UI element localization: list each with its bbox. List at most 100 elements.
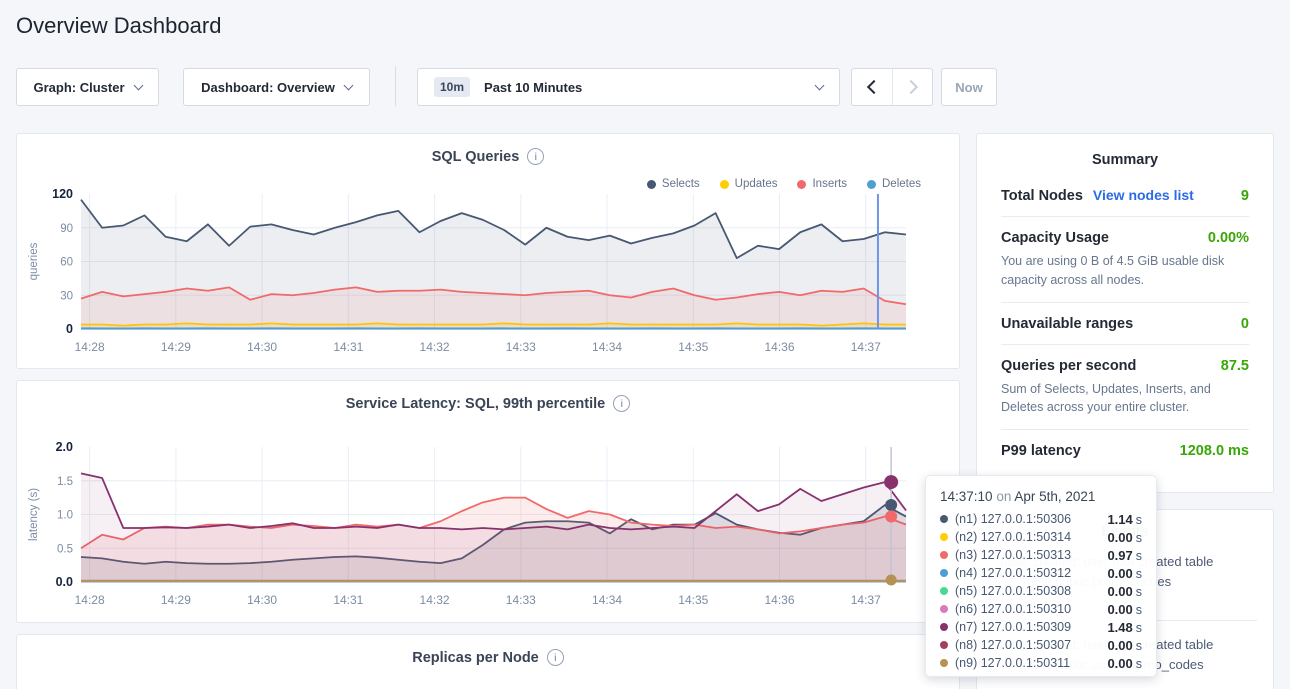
replicas-per-node-card: Replicas per Node i [16,634,960,689]
toolbar-divider [395,66,396,106]
node-color-dot [940,515,948,523]
svg-text:14:31: 14:31 [333,593,363,607]
sql-queries-card: SQL Queries i SelectsUpdatesInsertsDelet… [16,133,960,369]
summary-row-total-nodes: Total Nodes View nodes list 9 [1001,174,1249,217]
svg-text:14:37: 14:37 [851,593,881,607]
tooltip-node-row: (n4) 127.0.0.1:503120.00s [940,564,1142,582]
info-icon[interactable]: i [527,148,544,165]
latency-unit: s [1136,513,1142,527]
svg-text:1.0: 1.0 [57,510,73,522]
tooltip-node-row: (n6) 127.0.0.1:503100.00s [940,600,1142,618]
svg-text:14:35: 14:35 [678,340,708,354]
info-icon[interactable]: i [613,395,630,412]
node-latency-value: 1.14s [1107,512,1142,527]
svg-text:0.0: 0.0 [56,575,73,589]
tooltip-node-row: (n1) 127.0.0.1:50306 1.14s [940,510,1142,528]
node-color-dot [940,641,948,649]
node-address: (n1) 127.0.0.1:50306 [955,512,1100,526]
svg-text:14:34: 14:34 [592,340,622,354]
chevron-left-icon [867,80,881,94]
svg-text:30: 30 [60,290,73,302]
node-latency-value: 0.00s [1107,566,1142,581]
latency-unit: s [1136,603,1142,617]
node-address: (n7) 127.0.0.1:50309 [955,620,1100,634]
svg-text:1.5: 1.5 [57,476,73,488]
graph-scope-dropdown[interactable]: Graph: Cluster [16,68,159,106]
node-address: (n5) 127.0.0.1:50308 [955,584,1100,598]
svg-text:latency (s): latency (s) [28,488,40,541]
dashboard-dropdown[interactable]: Dashboard: Overview [183,68,370,106]
svg-text:14:35: 14:35 [678,593,708,607]
svg-text:14:37: 14:37 [851,340,881,354]
latency-unit: s [1136,657,1142,671]
node-address: (n3) 127.0.0.1:50313 [955,548,1100,562]
now-button[interactable]: Now [941,68,997,106]
previous-range-button[interactable] [852,69,892,105]
summary-label: Total Nodes [1001,188,1083,204]
node-address: (n9) 127.0.0.1:50311 [955,656,1100,670]
latency-unit: s [1136,639,1142,653]
time-range-dropdown[interactable]: 10m Past 10 Minutes [417,68,840,106]
node-color-dot [940,587,948,595]
summary-label: Unavailable ranges [1001,316,1133,332]
svg-text:90: 90 [60,223,73,235]
node-color-dot [940,623,948,631]
replicas-per-node-title: Replicas per Node [412,650,539,666]
time-step-buttons [851,68,933,106]
tooltip-node-row: (n5) 127.0.0.1:503080.00s [940,582,1142,600]
svg-text:14:32: 14:32 [420,340,450,354]
summary-title: Summary [1001,152,1249,168]
summary-label: Capacity Usage [1001,230,1109,246]
svg-text:14:33: 14:33 [506,593,536,607]
tooltip-node-row: (n3) 127.0.0.1:50313 0.97s [940,546,1142,564]
info-icon[interactable]: i [547,649,564,666]
node-address: (n6) 127.0.0.1:50310 [955,602,1100,616]
node-latency-value: 0.97s [1107,548,1142,563]
chevron-down-icon [133,81,143,91]
chevron-down-icon [815,81,825,91]
svg-text:14:30: 14:30 [247,340,277,354]
tooltip-node-row: (n2) 127.0.0.1:50314 0.00s [940,528,1142,546]
svg-text:queries: queries [28,242,40,280]
svg-text:14:36: 14:36 [765,593,795,607]
node-color-dot [940,551,948,559]
summary-row-unavailable-ranges: Unavailable ranges 0 [1001,303,1249,345]
latency-unit: s [1136,549,1142,563]
summary-row-p99-latency: P99 latency1208.0 ms [1001,430,1249,471]
tooltip-node-row: (n7) 127.0.0.1:503091.48s [940,618,1142,636]
summary-value: 0 [1241,316,1249,332]
tooltip-node-row: (n8) 127.0.0.1:50307 0.00s [940,636,1142,654]
chevron-right-icon [903,80,917,94]
svg-text:14:28: 14:28 [75,593,105,607]
svg-text:14:33: 14:33 [506,340,536,354]
service-latency-chart[interactable]: 14:2814:2914:3014:3114:3214:3314:3414:35… [17,437,961,627]
summary-row-queries-per-second: Queries per second87.5Sum of Selects, Up… [1001,345,1249,431]
summary-description: You are using 0 B of 4.5 GiB usable disk… [1001,252,1249,290]
tooltip-node-row: (n9) 127.0.0.1:503110.00s [940,654,1142,672]
time-range-badge: 10m [434,77,470,97]
graph-scope-label: Graph: Cluster [33,80,124,95]
summary-row-capacity-usage: Capacity Usage 0.00% You are using 0 B of … [1001,217,1249,303]
svg-text:14:31: 14:31 [333,340,363,354]
sql-queries-chart[interactable]: 14:2814:2914:3014:3114:3214:3314:3414:35… [17,184,961,374]
tooltip-timestamp: 14:37:10 on Apr 5th, 2021 [940,489,1142,504]
summary-panel: Summary Total Nodes View nodes list 9 Capac… [976,133,1274,493]
summary-label: Queries per second [1001,358,1136,374]
service-latency-title: Service Latency: SQL, 99th percentile [346,396,606,412]
view-nodes-list-link[interactable]: View nodes list [1093,187,1194,203]
svg-text:60: 60 [60,257,73,269]
summary-value: 0.00% [1208,230,1249,246]
node-address: (n8) 127.0.0.1:50307 [955,638,1100,652]
node-color-dot [940,533,948,541]
next-range-button[interactable] [892,69,932,105]
page-title: Overview Dashboard [16,13,221,39]
node-latency-value: 0.00s [1107,638,1142,653]
svg-text:14:32: 14:32 [420,593,450,607]
node-address: (n2) 127.0.0.1:50314 [955,530,1100,544]
node-latency-value: 0.00s [1107,530,1142,545]
svg-text:14:36: 14:36 [765,340,795,354]
svg-text:120: 120 [52,187,73,201]
service-latency-card: Service Latency: SQL, 99th percentile i … [16,380,960,623]
summary-value: 9 [1241,188,1249,204]
chevron-down-icon [343,81,353,91]
